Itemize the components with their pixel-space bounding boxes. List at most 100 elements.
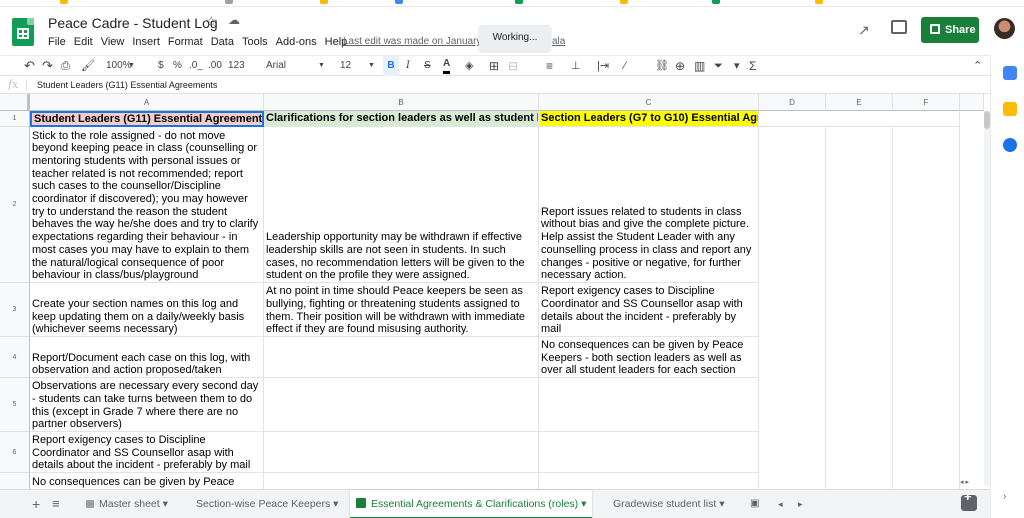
menu-data[interactable]: Data [211, 33, 234, 51]
column-header-e[interactable]: E [826, 94, 893, 111]
fill-color-icon[interactable]: ◈ [465, 56, 473, 76]
column-header-f[interactable]: F [893, 94, 960, 111]
tab-gradewise-student-list[interactable]: Gradewise student list ▾ [607, 490, 731, 518]
column-header-d[interactable]: D [759, 94, 826, 111]
text-rotation-icon[interactable]: ⁄ [624, 56, 626, 76]
tab-master-sheet[interactable]: Master sheet ▾ [80, 490, 174, 518]
cell-b3[interactable]: At no point in time should Peace keepers… [264, 283, 539, 337]
bold-button[interactable]: B [383, 56, 399, 76]
vertical-align-icon[interactable]: ⊥ [571, 56, 581, 76]
activity-trend-icon[interactable]: ↗ [858, 22, 870, 39]
document-title[interactable]: Peace Cadre - Student Log [48, 13, 218, 33]
side-panel-chevron-icon[interactable]: › [1003, 491, 1006, 502]
formula-input[interactable]: Student Leaders (G11) Essential Agreemen… [37, 77, 217, 93]
explore-icon[interactable] [961, 489, 977, 511]
column-f-cells[interactable] [893, 127, 960, 489]
cell-a2[interactable]: Stick to the role assigned - do not move… [30, 127, 264, 283]
text-wrap-icon[interactable]: |⇥ [597, 56, 609, 76]
increase-decimal-button[interactable]: .00 [208, 56, 222, 76]
horizontal-scroll-arrows[interactable]: ◂ ▸ [960, 478, 988, 488]
borders-icon[interactable]: ⊞ [489, 56, 499, 76]
cell-b4[interactable] [264, 337, 539, 378]
insert-link-icon[interactable]: ⛓ [655, 56, 669, 76]
last-edit-link-tail[interactable]: ala [552, 34, 565, 50]
cell-c1[interactable]: Section Leaders (G7 to G10) Essential Ag… [539, 111, 759, 127]
hidden-sheet-icon[interactable]: ▣ [744, 490, 765, 518]
insert-chart-icon[interactable]: ▥ [694, 56, 705, 76]
scroll-tabs-left-icon[interactable]: ◂ [772, 490, 789, 518]
filter-views-icon[interactable]: ▾ [734, 56, 740, 76]
italic-button[interactable]: I [406, 56, 410, 76]
cell-a3[interactable]: Create your section names on this log an… [30, 283, 264, 337]
column-e-cells[interactable] [826, 127, 893, 489]
menu-tools[interactable]: Tools [242, 33, 268, 51]
cell-b5[interactable] [264, 378, 539, 432]
menu-file[interactable]: File [48, 33, 66, 51]
font-size-select[interactable]: 12 [340, 56, 351, 76]
calendar-icon[interactable] [1003, 66, 1017, 80]
row-header-2[interactable]: 2 [0, 127, 30, 283]
currency-format-button[interactable]: $ [158, 56, 164, 76]
cell-c7[interactable] [539, 473, 759, 489]
row-header-5[interactable]: 5 [0, 378, 30, 432]
select-all-corner[interactable] [0, 94, 30, 111]
cell-d1[interactable] [759, 111, 960, 127]
share-button[interactable]: Share [921, 17, 979, 43]
cell-a5[interactable]: Observations are necessary every second … [30, 378, 264, 432]
row-header-6[interactable]: 6 [0, 432, 30, 473]
menu-addons[interactable]: Add-ons [276, 33, 317, 51]
collapse-chevron-icon[interactable]: ⌃ [973, 56, 982, 76]
merge-cells-icon[interactable]: ⊟ [508, 56, 518, 76]
decrease-decimal-button[interactable]: .0_ [189, 56, 203, 76]
column-header-a[interactable]: A [30, 94, 264, 111]
font-family-select[interactable]: Arial [266, 56, 286, 76]
cell-b2[interactable]: Leadership opportunity may be withdrawn … [264, 127, 539, 283]
row-header-4[interactable]: 4 [0, 337, 30, 378]
paint-format-icon[interactable]: 🖌 [81, 56, 95, 76]
cell-a1[interactable]: Student Leaders (G11) Essential Agreemen… [30, 111, 264, 127]
cell-c5[interactable] [539, 378, 759, 432]
column-d-cells[interactable] [759, 127, 826, 489]
strikethrough-button[interactable]: S [424, 56, 431, 76]
redo-icon[interactable]: ↷ [42, 56, 53, 76]
cell-a7[interactable]: No consequences can be given by Peace [30, 473, 264, 489]
cell-b7[interactable] [264, 473, 539, 489]
horizontal-align-icon[interactable]: ≡ [546, 56, 553, 76]
spreadsheet-grid[interactable]: A B C D E F 1 2 3 4 5 6 Student Leaders … [0, 94, 990, 489]
cell-a6[interactable]: Report exigency cases to Discipline Coor… [30, 432, 264, 473]
percent-format-button[interactable]: % [173, 56, 182, 76]
column-header-b[interactable]: B [264, 94, 539, 111]
star-icon[interactable]: ☆ [205, 13, 218, 30]
cell-c4[interactable]: No consequences can be given by Peace Ke… [539, 337, 759, 378]
more-formats-button[interactable]: 123 [228, 56, 245, 76]
add-sheet-icon[interactable]: + [26, 490, 46, 518]
text-color-button[interactable]: A [443, 56, 451, 74]
scroll-tabs-right-icon[interactable]: ▸ [792, 490, 809, 518]
last-edit-link[interactable]: Last edit was made on January 1 [343, 34, 490, 50]
comments-icon[interactable] [891, 20, 907, 34]
cell-c3[interactable]: Report exigency cases to Discipline Coor… [539, 283, 759, 337]
menu-view[interactable]: View [101, 33, 125, 51]
keep-icon[interactable] [1003, 102, 1017, 116]
cell-c6[interactable] [539, 432, 759, 473]
row-header-3[interactable]: 3 [0, 283, 30, 337]
insert-comment-icon[interactable]: ⊕ [675, 56, 685, 76]
filter-icon[interactable]: ⏷ [714, 56, 723, 76]
menu-format[interactable]: Format [168, 33, 203, 51]
print-icon[interactable]: ⎙ [61, 56, 70, 76]
cell-a4[interactable]: Report/Document each case on this log, w… [30, 337, 264, 378]
tab-essential-agreements[interactable]: Essential Agreements & Clarifications (r… [350, 490, 593, 518]
avatar[interactable] [994, 18, 1015, 39]
cell-c2[interactable]: Report issues related to students in cla… [539, 127, 759, 283]
tab-section-wise-peace-keepers[interactable]: Section-wise Peace Keepers ▾ [190, 490, 344, 518]
undo-icon[interactable]: ↶ [24, 56, 35, 76]
cloud-status-icon[interactable]: ☁ [228, 13, 240, 27]
cell-b1[interactable]: Clarifications for section leaders as we… [264, 111, 539, 127]
row-header-1[interactable]: 1 [0, 111, 30, 127]
tasks-icon[interactable] [1003, 138, 1017, 152]
functions-icon[interactable]: Σ [749, 56, 756, 76]
column-header-c[interactable]: C [539, 94, 759, 111]
cell-b6[interactable] [264, 432, 539, 473]
row-header-7[interactable] [0, 473, 30, 489]
sheets-logo-icon[interactable] [12, 18, 34, 46]
